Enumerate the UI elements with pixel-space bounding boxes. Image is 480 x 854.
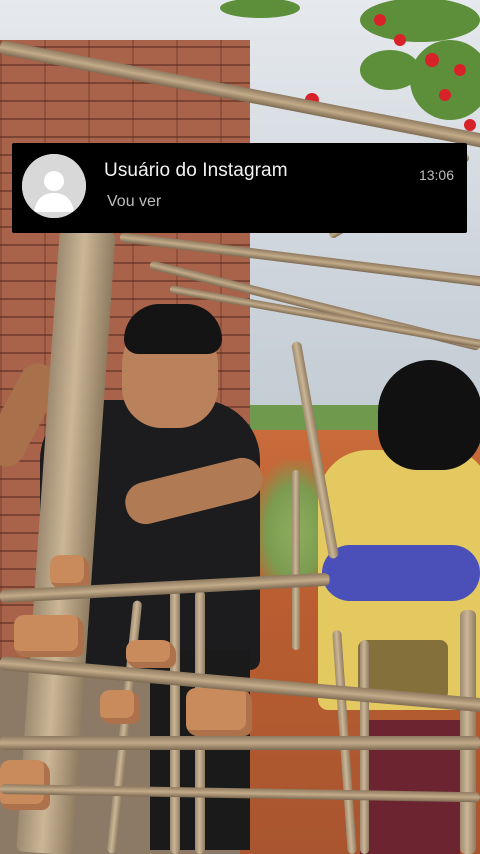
blue-sleeve (322, 545, 480, 601)
stone (100, 690, 140, 724)
avatar (22, 154, 86, 218)
message-preview: Vou ver (107, 193, 162, 210)
stone (14, 615, 84, 657)
sender-name: Usuário do Instagram (104, 160, 288, 181)
message-time: 13:06 (418, 167, 454, 183)
fence-rail (0, 736, 480, 750)
wooden-pole (460, 610, 476, 854)
message-notification[interactable]: Usuário do Instagram Vou ver 13:06 (12, 143, 467, 233)
stone (50, 555, 90, 589)
person-hair (378, 360, 480, 470)
wooden-pole (292, 470, 300, 650)
stone (126, 640, 176, 668)
person-hair (124, 304, 222, 354)
stone (186, 688, 252, 736)
video-frame (0, 0, 480, 854)
wooden-pole (170, 590, 180, 854)
default-user-icon (22, 154, 86, 218)
